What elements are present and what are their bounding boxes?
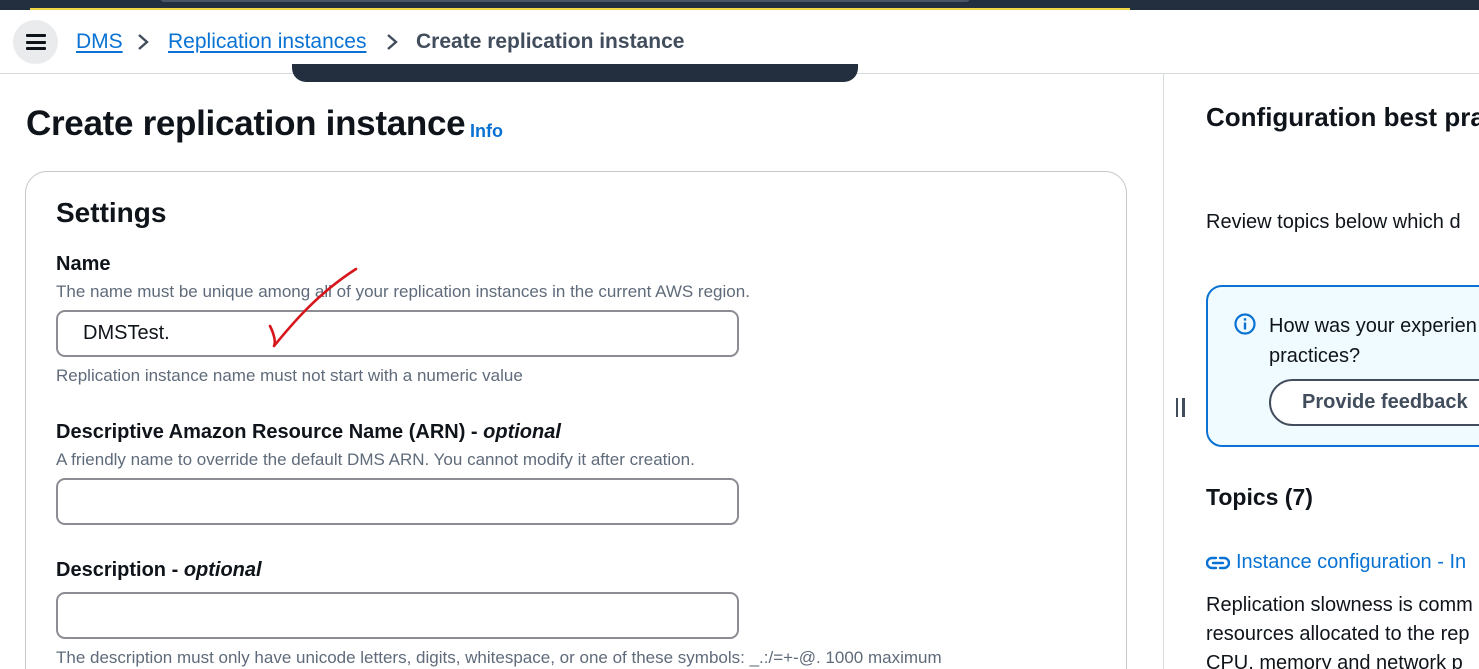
external-link-icon: [1206, 556, 1230, 569]
name-label: Name: [56, 253, 111, 275]
console-top-bar: [0, 0, 1479, 10]
arn-input[interactable]: [56, 478, 739, 525]
settings-title: Settings: [56, 197, 167, 228]
description-input[interactable]: [56, 592, 739, 639]
topics-title: Topics (7): [1206, 484, 1313, 510]
description-constraint: The description must only have unicode l…: [56, 648, 942, 667]
topic-description: Replication slowness is comm resources a…: [1206, 594, 1473, 669]
info-circle-icon: [1234, 313, 1256, 335]
arn-optional-suffix: optional: [483, 421, 561, 443]
arn-description: A friendly name to override the default …: [56, 450, 695, 469]
description-label: Description - optional: [56, 559, 262, 581]
search-bar-remnant: [160, 0, 970, 2]
side-panel-title: Configuration best pra: [1206, 102, 1479, 132]
drag-handle-icon[interactable]: [1173, 398, 1187, 418]
arn-label-text: Descriptive Amazon Resource Name (ARN): [56, 421, 466, 443]
description-label-text: Description: [56, 559, 167, 581]
panel-divider: [1163, 74, 1164, 669]
chevron-right-icon: [138, 34, 149, 50]
name-input[interactable]: DMSTest.: [56, 310, 739, 357]
description-optional-suffix: optional: [183, 559, 262, 581]
info-link[interactable]: Info: [470, 121, 503, 142]
topic-link-label: Instance configuration - In: [1236, 551, 1467, 573]
topic-link-instance-configuration[interactable]: Instance configuration - In: [1206, 551, 1466, 574]
side-panel-intro: Review topics below which d: [1206, 211, 1461, 233]
menu-icon: [25, 34, 46, 50]
tooltip-remnant: [292, 64, 858, 82]
name-constraint: Replication instance name must not start…: [56, 366, 523, 385]
name-description: The name must be unique among all of you…: [56, 282, 750, 301]
arn-label: Descriptive Amazon Resource Name (ARN) -…: [56, 421, 561, 443]
page-title: Create replication instance: [26, 104, 466, 143]
breadcrumb-dms[interactable]: DMS: [76, 29, 123, 55]
feedback-question: How was your experien practices?: [1269, 315, 1477, 367]
chevron-right-icon: [387, 34, 398, 50]
menu-button[interactable]: [13, 20, 58, 64]
checkmark-annotation: [268, 267, 358, 348]
name-input-value: DMSTest.: [83, 322, 170, 344]
breadcrumb-replication-instances[interactable]: Replication instances: [168, 29, 366, 55]
breadcrumb-current: Create replication instance: [416, 30, 685, 53]
provide-feedback-button[interactable]: Provide feedback: [1269, 379, 1479, 426]
